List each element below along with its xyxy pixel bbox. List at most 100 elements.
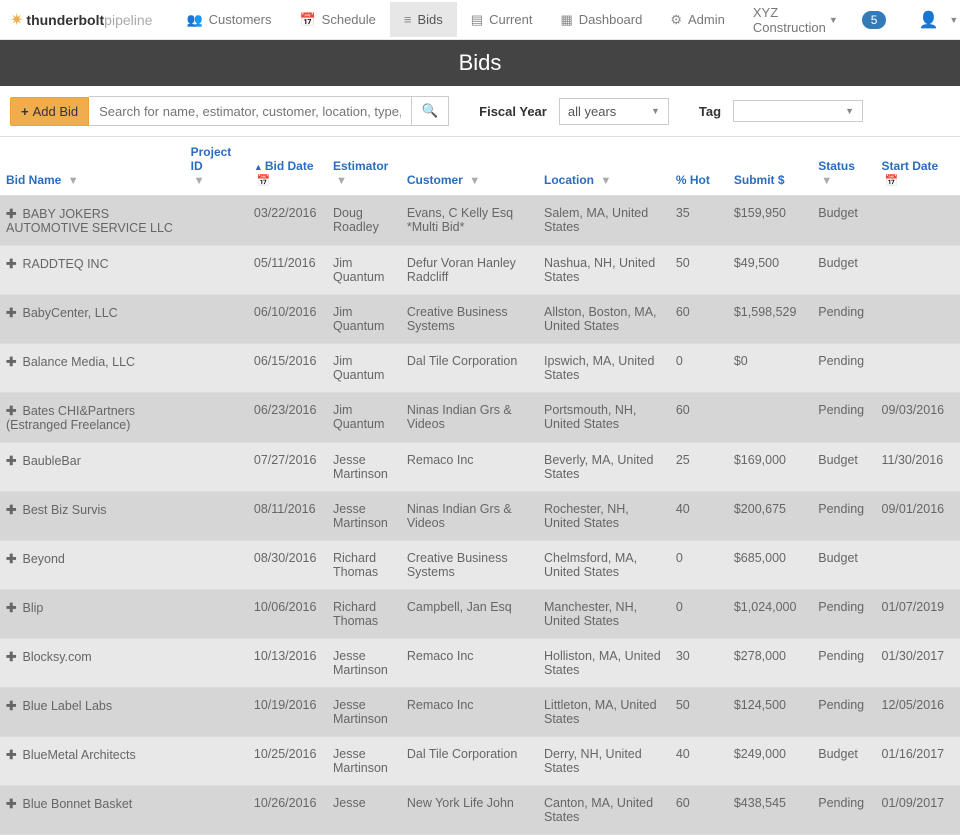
expand-icon[interactable]: ✚	[6, 306, 16, 320]
sort-asc-icon: ▲	[254, 162, 263, 172]
calendar-icon[interactable]: 📅	[885, 175, 899, 187]
nav-label: Dashboard	[579, 12, 643, 27]
nav-dashboard[interactable]: ▦Dashboard	[546, 2, 656, 38]
toolbar: +Add Bid 🔍 Fiscal Year all years▼ Tag ▼	[0, 86, 960, 136]
cell-hot: 60	[670, 786, 728, 835]
cell-pid	[185, 196, 248, 246]
top-navbar: ✷ thunderbolt pipeline 👥Customers 📅Sched…	[0, 0, 960, 40]
cell-start: 01/09/2017	[876, 786, 960, 835]
cell-status: Budget	[812, 246, 875, 295]
table-row[interactable]: ✚BlueMetal Architects10/25/2016Jesse Mar…	[0, 737, 960, 786]
table-row[interactable]: ✚BABY JOKERS AUTOMOTIVE SERVICE LLC03/22…	[0, 196, 960, 246]
nav-admin[interactable]: ⚙ Admin	[656, 2, 739, 38]
expand-icon[interactable]: ✚	[6, 797, 16, 811]
cell-name: BaubleBar	[22, 454, 80, 468]
col-status[interactable]: Status ▼	[812, 137, 875, 196]
cell-cust: Dal Tile Corporation	[401, 737, 538, 786]
search-input[interactable]	[89, 96, 411, 126]
cell-est: Jim Quantum	[327, 393, 401, 443]
expand-icon[interactable]: ✚	[6, 748, 16, 762]
col-location[interactable]: Location ▼	[538, 137, 670, 196]
cell-cust: Remaco Inc	[401, 443, 538, 492]
cell-est: Jim Quantum	[327, 344, 401, 393]
col-submit[interactable]: Submit $	[728, 137, 812, 196]
bids-table: Bid Name ▼ Project ID▼ ▲Bid Date📅 Estima…	[0, 136, 960, 835]
filter-icon[interactable]: ▼	[336, 175, 347, 187]
table-row[interactable]: ✚Blue Bonnet Basket10/26/2016JesseNew Yo…	[0, 786, 960, 835]
cell-est: Jesse Martinson	[327, 737, 401, 786]
expand-icon[interactable]: ✚	[6, 699, 16, 713]
tag-label: Tag	[699, 104, 721, 119]
nav-bids[interactable]: ≡Bids	[390, 2, 457, 37]
table-row[interactable]: ✚Bates CHI&Partners (Estranged Freelance…	[0, 393, 960, 443]
cell-pid	[185, 295, 248, 344]
cell-est: Jesse Martinson	[327, 639, 401, 688]
filter-icon[interactable]: ▼	[600, 175, 611, 187]
expand-icon[interactable]: ✚	[6, 552, 16, 566]
filter-icon[interactable]: ▼	[68, 175, 79, 187]
cell-est: Jesse Martinson	[327, 688, 401, 737]
notification-badge[interactable]: 5	[862, 11, 887, 29]
expand-icon[interactable]: ✚	[6, 503, 16, 517]
expand-icon[interactable]: ✚	[6, 404, 16, 418]
expand-icon[interactable]: ✚	[6, 207, 16, 221]
nav-label: Admin	[688, 12, 725, 27]
expand-icon[interactable]: ✚	[6, 454, 16, 468]
table-row[interactable]: ✚Best Biz Survis08/11/2016Jesse Martinso…	[0, 492, 960, 541]
cell-pid	[185, 344, 248, 393]
table-row[interactable]: ✚BaubleBar07/27/2016Jesse MartinsonRemac…	[0, 443, 960, 492]
table-row[interactable]: ✚Blue Label Labs10/19/2016Jesse Martinso…	[0, 688, 960, 737]
calendar-icon[interactable]: 📅	[257, 175, 271, 187]
cell-pid	[185, 590, 248, 639]
table-row[interactable]: ✚BabyCenter, LLC06/10/2016Jim QuantumCre…	[0, 295, 960, 344]
col-customer[interactable]: Customer ▼	[401, 137, 538, 196]
cell-start	[876, 196, 960, 246]
brand-logo[interactable]: ✷ thunderbolt pipeline	[10, 10, 152, 30]
table-row[interactable]: ✚Beyond08/30/2016Richard ThomasCreative …	[0, 541, 960, 590]
cell-start: 12/05/2016	[876, 688, 960, 737]
page-title: Bids	[0, 40, 960, 86]
nav-user-menu[interactable]: 👤▼	[896, 0, 960, 40]
nav-current[interactable]: ▤Current	[457, 2, 547, 38]
col-bid-name[interactable]: Bid Name ▼	[0, 137, 185, 196]
cell-status: Pending	[812, 344, 875, 393]
col-bid-date[interactable]: ▲Bid Date📅	[248, 137, 327, 196]
col-hot[interactable]: % Hot	[670, 137, 728, 196]
table-row[interactable]: ✚Blip10/06/2016Richard ThomasCampbell, J…	[0, 590, 960, 639]
nav-customers[interactable]: 👥Customers	[172, 2, 285, 38]
cell-start	[876, 246, 960, 295]
table-row[interactable]: ✚Balance Media, LLC06/15/2016Jim Quantum…	[0, 344, 960, 393]
cell-pid	[185, 541, 248, 590]
expand-icon[interactable]: ✚	[6, 650, 16, 664]
col-estimator[interactable]: Estimator▼	[327, 137, 401, 196]
search-button[interactable]: 🔍	[412, 96, 450, 126]
nav-company-dropdown[interactable]: XYZ Construction▼	[739, 0, 852, 45]
cell-loc: Rochester, NH, United States	[538, 492, 670, 541]
col-project-id[interactable]: Project ID▼	[185, 137, 248, 196]
cog-icon: ⚙	[670, 12, 682, 28]
table-header-row: Bid Name ▼ Project ID▼ ▲Bid Date📅 Estima…	[0, 137, 960, 196]
cell-pid	[185, 688, 248, 737]
table-row[interactable]: ✚Blocksy.com10/13/2016Jesse MartinsonRem…	[0, 639, 960, 688]
cell-sub: $685,000	[728, 541, 812, 590]
cell-name: Blocksy.com	[22, 650, 91, 664]
table-row[interactable]: ✚RADDTEQ INC05/11/2016Jim QuantumDefur V…	[0, 246, 960, 295]
cell-name: Bates CHI&Partners (Estranged Freelance)	[6, 404, 135, 432]
tag-select[interactable]: ▼	[733, 100, 863, 122]
col-start-date[interactable]: Start Date📅	[876, 137, 960, 196]
cell-loc: Salem, MA, United States	[538, 196, 670, 246]
cell-status: Budget	[812, 737, 875, 786]
cell-hot: 0	[670, 590, 728, 639]
expand-icon[interactable]: ✚	[6, 601, 16, 615]
fiscal-year-select[interactable]: all years▼	[559, 98, 669, 125]
expand-icon[interactable]: ✚	[6, 257, 16, 271]
filter-icon[interactable]: ▼	[194, 175, 205, 187]
cell-sub: $49,500	[728, 246, 812, 295]
expand-icon[interactable]: ✚	[6, 355, 16, 369]
filter-icon[interactable]: ▼	[469, 175, 480, 187]
list-icon: ≡	[404, 12, 412, 27]
cell-loc: Manchester, NH, United States	[538, 590, 670, 639]
filter-icon[interactable]: ▼	[821, 175, 832, 187]
add-bid-button[interactable]: +Add Bid	[10, 97, 89, 126]
nav-schedule[interactable]: 📅Schedule	[285, 2, 389, 38]
